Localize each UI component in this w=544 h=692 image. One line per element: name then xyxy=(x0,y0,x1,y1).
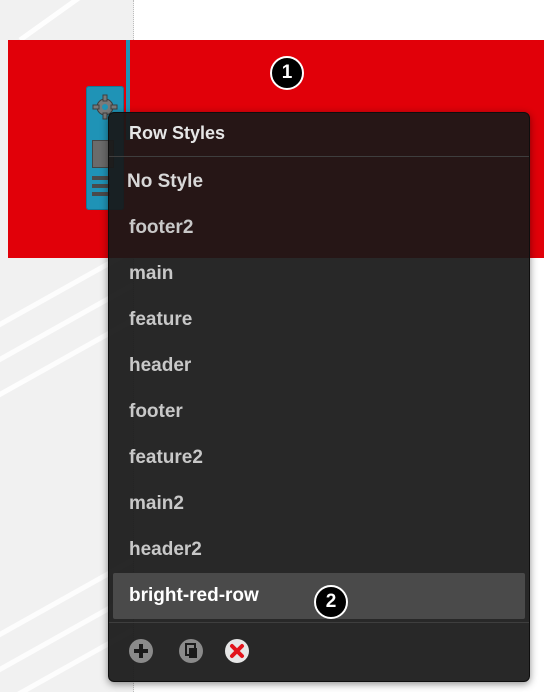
callout-badge-1: 1 xyxy=(270,56,304,90)
style-item-header[interactable]: header xyxy=(109,343,529,389)
style-item-feature2[interactable]: feature2 xyxy=(109,435,529,481)
callout-badge-2: 2 xyxy=(314,585,348,619)
duplicate-icon xyxy=(185,643,197,658)
style-item-no-style[interactable]: No Style xyxy=(109,159,529,205)
delete-icon xyxy=(230,644,244,658)
popup-title: Row Styles xyxy=(109,113,529,157)
duplicate-style-button[interactable] xyxy=(179,639,203,663)
style-item-footer[interactable]: footer xyxy=(109,389,529,435)
style-item-feature[interactable]: feature xyxy=(109,297,529,343)
add-icon xyxy=(134,644,148,658)
popup-footer xyxy=(109,622,529,681)
style-item-header2[interactable]: header2 xyxy=(109,527,529,573)
style-list: No Style footer2 main feature header foo… xyxy=(109,159,529,619)
page-canvas xyxy=(134,0,544,40)
delete-style-button[interactable] xyxy=(225,639,249,663)
style-item-main2[interactable]: main2 xyxy=(109,481,529,527)
style-item-main[interactable]: main xyxy=(109,251,529,297)
add-style-button[interactable] xyxy=(129,639,153,663)
style-item-footer2[interactable]: footer2 xyxy=(109,205,529,251)
